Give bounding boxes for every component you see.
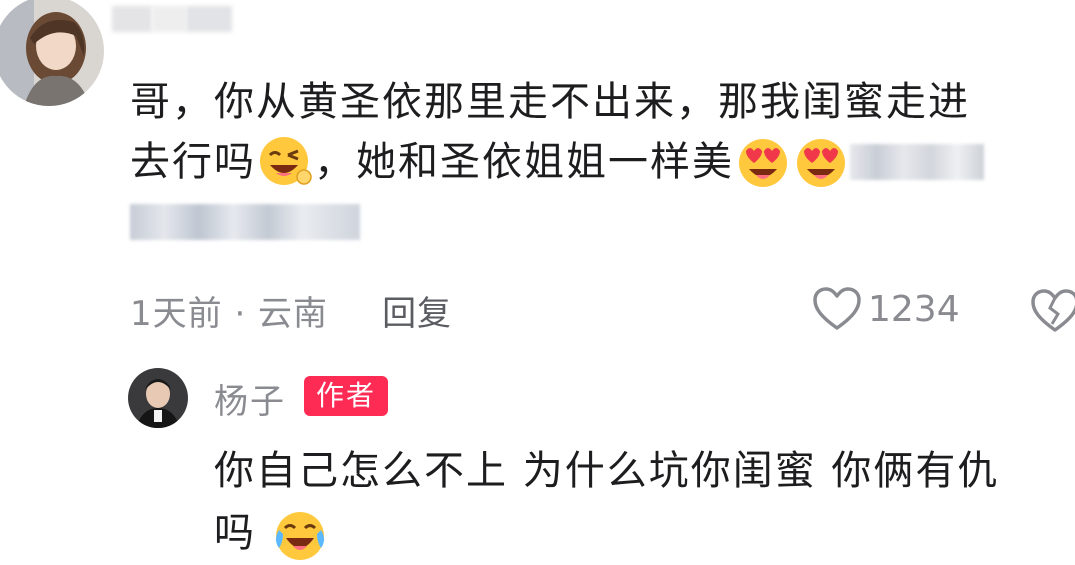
blurred-text xyxy=(850,144,984,180)
comment-text-part: ，她和圣依姐姐一样美 xyxy=(314,139,734,185)
reply-text: 你自己怎么不上 为什么坑你闺蜜 你俩有仇 吗 xyxy=(214,440,1064,564)
time-location: 1天前 · 云南 xyxy=(130,294,329,334)
like-button[interactable]: 1234 xyxy=(812,286,960,332)
blurred-text xyxy=(130,204,360,240)
reply-text-part: 吗 xyxy=(214,510,256,556)
user-avatar-icon xyxy=(128,368,188,428)
heart-outline-icon xyxy=(813,287,861,330)
comment-line-2: 去行吗 ，她和圣依姐姐一样美 xyxy=(130,132,1060,192)
comment-line-1: 哥，你从黄圣依那里走不出来，那我闺蜜走进 xyxy=(130,79,970,125)
reply-avatar[interactable] xyxy=(128,368,188,428)
reply-username[interactable]: 杨子 xyxy=(214,374,286,423)
comment-meta: 1天前 · 云南 回复 xyxy=(130,286,452,335)
broken-heart-icon[interactable] xyxy=(1030,288,1075,334)
commenter-username-blurred[interactable] xyxy=(112,6,262,32)
comment-line-3 xyxy=(130,192,1060,252)
author-badge: 作者 xyxy=(304,376,389,416)
commenter-avatar[interactable] xyxy=(0,0,104,106)
reply-button[interactable]: 回复 xyxy=(382,286,452,335)
reply-line-1: 你自己怎么不上 为什么坑你闺蜜 你俩有仇 xyxy=(214,448,1000,494)
wink-laugh-emoji-icon xyxy=(260,137,312,185)
comment-text-part: 去行吗 xyxy=(130,139,256,185)
laugh-crying-emoji-icon xyxy=(275,512,324,560)
like-count: 1234 xyxy=(868,288,960,330)
reply-line-2: 吗 xyxy=(214,502,1064,564)
user-avatar-icon xyxy=(0,0,104,106)
comment-text: 哥，你从黄圣依那里走不出来，那我闺蜜走进 去行吗 ，她和圣依姐姐一样美 xyxy=(130,72,1060,252)
heart-eyes-emoji-icon xyxy=(797,139,845,187)
heart-eyes-emoji-icon xyxy=(739,139,787,187)
